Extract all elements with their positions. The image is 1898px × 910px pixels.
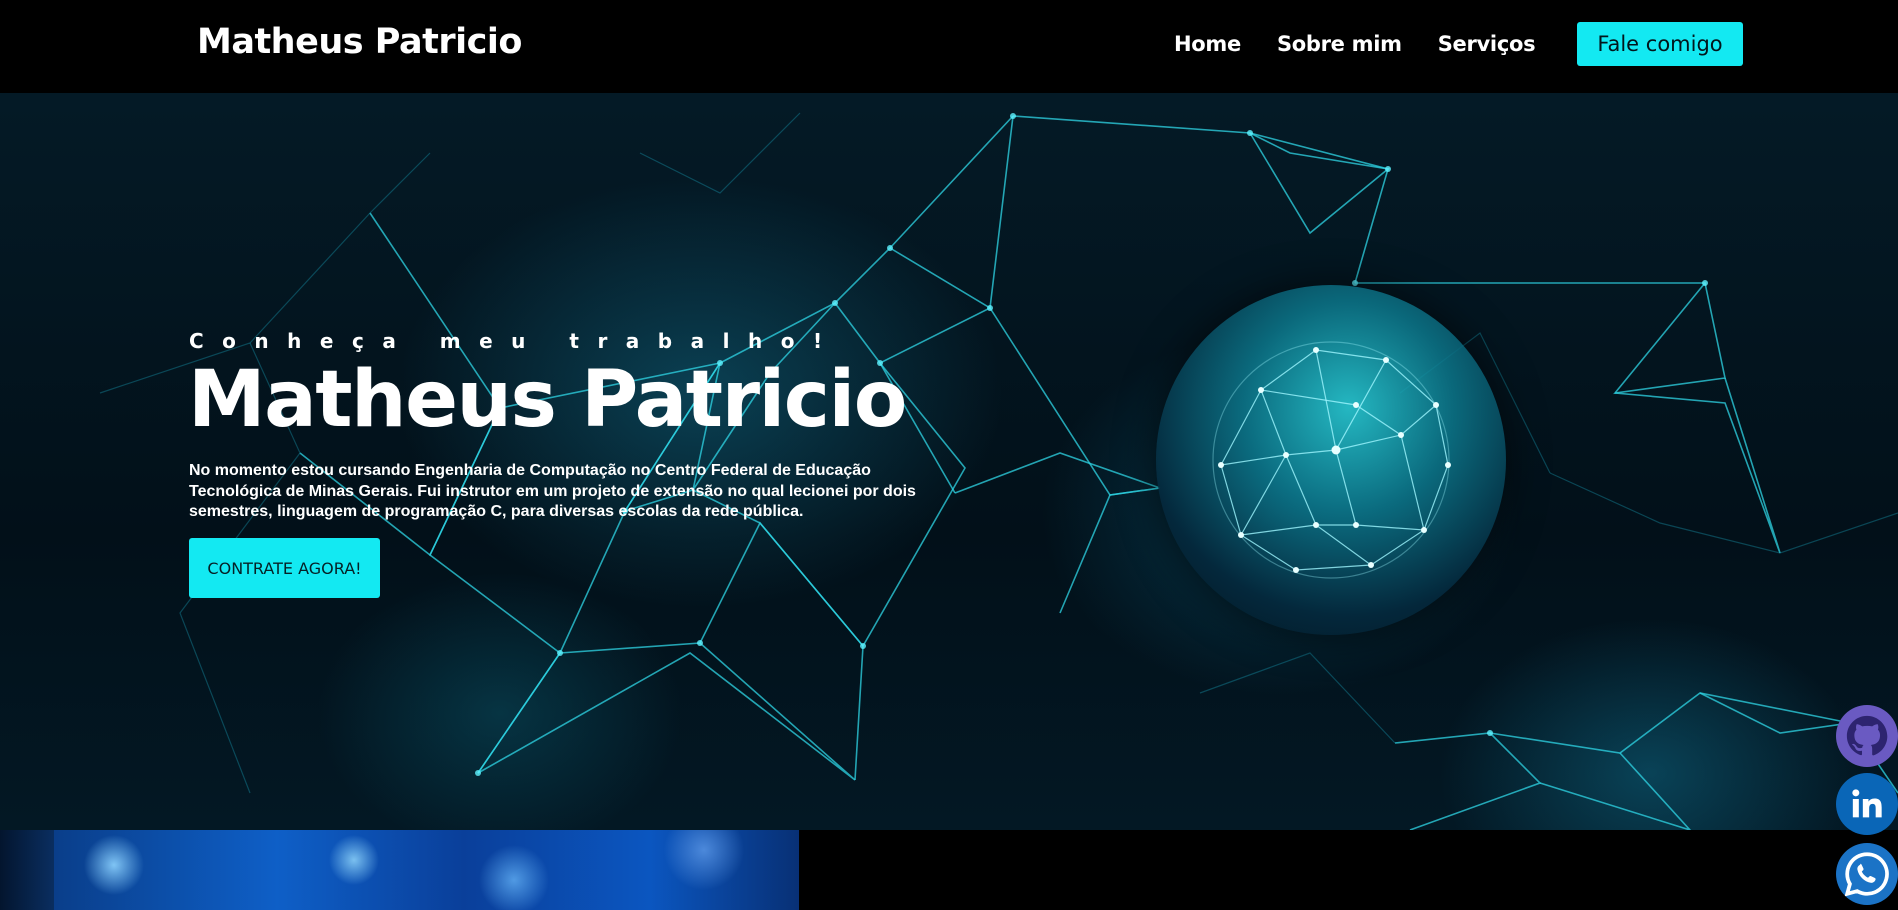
globe-illustration — [1156, 285, 1506, 635]
linkedin-icon — [1852, 789, 1882, 818]
contact-button[interactable]: Fale comigo — [1577, 22, 1743, 66]
site-header: Matheus Patricio Home Sobre mim Serviços… — [0, 0, 1898, 93]
hero-title: Matheus Patricio — [188, 355, 907, 445]
hero-eyebrow: Conheça meu trabalho! — [189, 329, 841, 353]
hero-description: No momento estou cursando Engenharia de … — [189, 462, 916, 520]
github-icon — [1846, 715, 1888, 756]
hero-section: Conheça meu trabalho! Matheus Patricio N… — [0, 93, 1898, 830]
github-link[interactable] — [1836, 705, 1898, 767]
site-brand[interactable]: Matheus Patricio — [197, 22, 522, 62]
section-edge-decoration — [0, 830, 54, 910]
nav-link-sobre-mim[interactable]: Sobre mim — [1277, 32, 1402, 56]
nav-link-servicos[interactable]: Serviços — [1438, 32, 1536, 56]
nav-link-home[interactable]: Home — [1174, 32, 1241, 56]
main-nav: Home Sobre mim Serviços — [1174, 32, 1571, 56]
whatsapp-link[interactable] — [1836, 843, 1898, 905]
hire-now-button[interactable]: CONTRATE AGORA! — [189, 538, 380, 598]
whatsapp-icon — [1844, 852, 1889, 897]
circuit-image — [54, 830, 799, 910]
linkedin-link[interactable] — [1836, 773, 1898, 835]
next-section-preview — [0, 830, 1898, 910]
